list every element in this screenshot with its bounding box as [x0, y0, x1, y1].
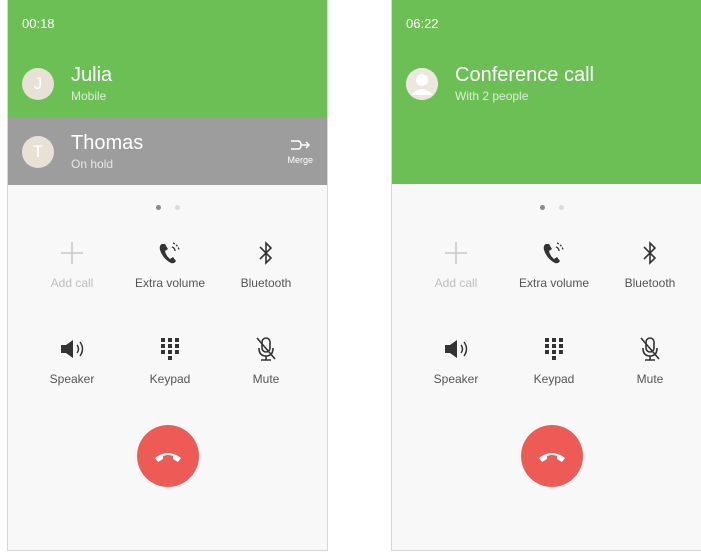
bluetooth-label: Bluetooth [240, 276, 292, 290]
mute-label: Mute [252, 372, 280, 386]
held-contact: T Thomas On hold [22, 132, 143, 171]
end-call-icon [539, 453, 565, 462]
keypad-button[interactable]: Keypad [506, 334, 602, 386]
conference-contact[interactable]: Conference call With 2 people [406, 64, 594, 103]
contact-name: Thomas [71, 132, 144, 154]
conference-call-header: 06:22 Conference call With 2 people [392, 0, 701, 184]
end-call-icon [155, 453, 181, 462]
keypad-label: Keypad [149, 372, 191, 386]
keypad-label: Keypad [533, 372, 575, 386]
conference-name: Conference call [455, 64, 594, 86]
add-call-label: Add call [434, 276, 478, 290]
extra-volume-button[interactable]: Extra volume [122, 238, 218, 290]
keypad-button[interactable]: Keypad [122, 334, 218, 386]
page-dot-active [155, 205, 161, 210]
speaker-label: Speaker [433, 372, 479, 386]
speaker-button[interactable]: Speaker [408, 334, 504, 386]
plus-icon [61, 242, 83, 264]
page-dot [174, 205, 180, 210]
held-call-row[interactable]: T Thomas On hold Merge [8, 117, 327, 185]
active-contact[interactable]: J Julia Mobile [22, 64, 112, 103]
call-status: On hold [71, 157, 114, 171]
plus-icon [445, 242, 467, 264]
mute-icon [640, 337, 660, 361]
keypad-icon [545, 338, 563, 360]
call-screen-conference: 06:22 Conference call With 2 people Add … [391, 0, 701, 551]
end-call-button[interactable] [521, 425, 583, 487]
speaker-icon [61, 340, 84, 358]
bluetooth-label: Bluetooth [624, 276, 676, 290]
bluetooth-button[interactable]: Bluetooth [218, 238, 314, 290]
page-dot [558, 205, 564, 210]
participant-count: With 2 people [455, 89, 529, 103]
bluetooth-icon [643, 241, 657, 265]
mute-button[interactable]: Mute [602, 334, 698, 386]
avatar: J [22, 67, 54, 100]
extra-volume-icon [159, 242, 180, 264]
merge-button[interactable]: Merge [287, 137, 313, 165]
add-call-label: Add call [50, 276, 94, 290]
extra-volume-label: Extra volume [518, 276, 590, 290]
conference-avatar-icon [406, 67, 438, 100]
keypad-icon [161, 338, 179, 360]
speaker-label: Speaker [49, 372, 95, 386]
contact-type: Mobile [71, 89, 107, 103]
avatar: T [22, 135, 54, 168]
end-call-button[interactable] [137, 425, 199, 487]
mute-icon [256, 337, 276, 361]
page-indicator [392, 197, 701, 215]
extra-volume-icon [543, 242, 564, 264]
page-indicator [8, 197, 327, 215]
extra-volume-button[interactable]: Extra volume [506, 238, 602, 290]
call-screen-two-calls: 00:18 J Julia Mobile T Thomas On hold Me… [7, 0, 328, 551]
mute-button[interactable]: Mute [218, 334, 314, 386]
add-call-button[interactable]: Add call [24, 238, 120, 290]
speaker-button[interactable]: Speaker [24, 334, 120, 386]
active-call-header: 00:18 J Julia Mobile [8, 0, 327, 117]
add-call-button[interactable]: Add call [408, 238, 504, 290]
merge-icon [291, 140, 311, 150]
bluetooth-button[interactable]: Bluetooth [602, 238, 698, 290]
mute-label: Mute [636, 372, 664, 386]
page-dot-active [539, 205, 545, 210]
call-timer: 06:22 [406, 16, 439, 31]
call-timer: 00:18 [22, 16, 55, 31]
extra-volume-label: Extra volume [134, 276, 206, 290]
merge-label: Merge [287, 155, 313, 165]
speaker-icon [445, 340, 468, 358]
bluetooth-icon [259, 241, 273, 265]
contact-name: Julia [71, 64, 113, 86]
